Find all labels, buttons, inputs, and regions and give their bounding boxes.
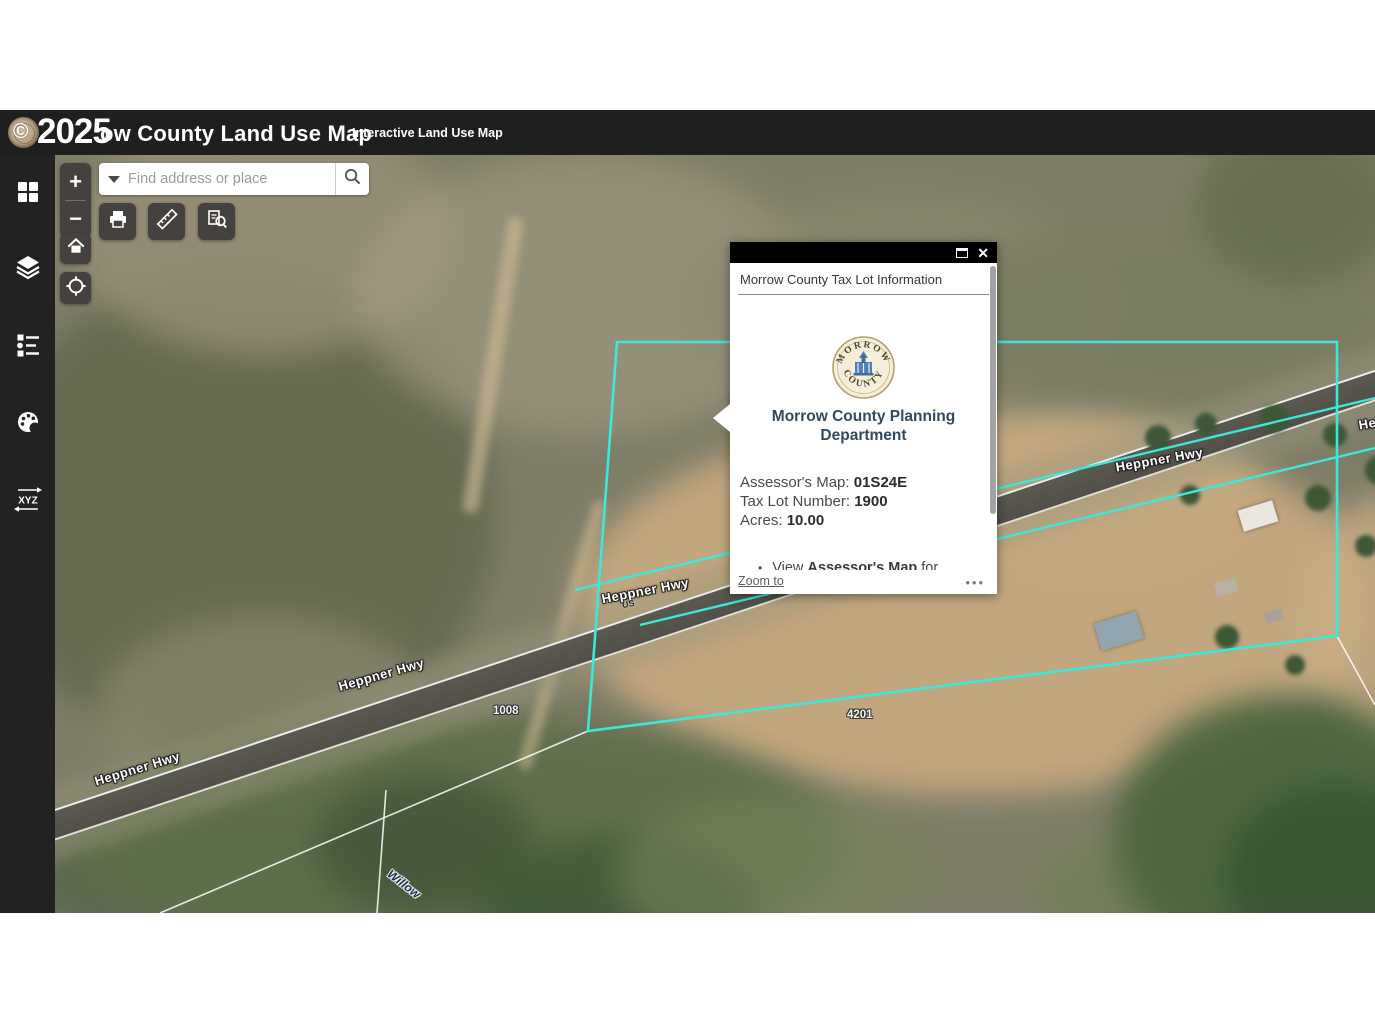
parcel-line xyxy=(377,790,386,913)
search-source-dropdown[interactable] xyxy=(99,163,128,195)
popup-body: Morrow County Tax Lot Information MORROW… xyxy=(730,263,997,594)
field-assessors-map: Assessor's Map: 01S24E xyxy=(740,473,997,492)
parcel-line xyxy=(160,731,588,913)
legend-list-icon xyxy=(15,332,41,358)
home-extent-button[interactable] xyxy=(60,233,91,264)
app-header: © 2025 ow County Land Use Map Interactiv… xyxy=(0,110,1375,155)
popup-footer: Zoom to ••• xyxy=(730,570,997,594)
popup-pointer xyxy=(713,404,730,432)
popup-scrollbar[interactable] xyxy=(990,266,996,514)
watermark-copyright-symbol: © xyxy=(13,121,28,142)
search-input[interactable] xyxy=(128,163,335,195)
left-sidebar: XYZ xyxy=(0,155,55,913)
document-search-icon xyxy=(206,208,228,235)
tab-interactive-land-use-map: Interactive Land Use Map xyxy=(352,126,503,140)
attribute-search-button[interactable] xyxy=(198,203,235,240)
field-tax-lot-number: Tax Lot Number: 1900 xyxy=(740,492,997,511)
search-submit-button[interactable] xyxy=(335,163,369,195)
locate-crosshair-icon xyxy=(65,275,87,302)
zoom-widget: + − xyxy=(60,163,91,237)
layers-icon xyxy=(15,254,41,280)
apps-grid-icon xyxy=(15,179,41,205)
close-icon[interactable]: ✕ xyxy=(977,246,989,260)
search-icon xyxy=(343,167,362,191)
xyz-coordinates-icon: XYZ xyxy=(13,486,43,513)
zoom-out-button[interactable]: − xyxy=(60,200,91,237)
zoom-to-link[interactable]: Zoom to xyxy=(738,574,784,588)
basemap-gallery-button[interactable] xyxy=(0,170,55,214)
app-title: ow County Land Use Map xyxy=(100,121,372,147)
measure-button[interactable] xyxy=(148,203,185,240)
popup-title: Morrow County Tax Lot Information xyxy=(740,272,987,287)
popup-divider xyxy=(738,294,989,295)
draw-button[interactable] xyxy=(0,400,55,444)
parcel-boundaries-layer xyxy=(55,155,1375,913)
popup-fields: Assessor's Map: 01S24E Tax Lot Number: 1… xyxy=(740,473,997,530)
map-canvas[interactable]: Heppner Hwy Heppner Hwy Heppner Hwy Hepp… xyxy=(55,155,1375,913)
parcel-number-label: 4201 xyxy=(847,709,873,721)
more-options-ellipsis[interactable]: ••• xyxy=(965,575,985,590)
tax-lot-popup: ✕ Morrow County Tax Lot Information MORR… xyxy=(730,242,997,594)
layers-button[interactable] xyxy=(0,245,55,289)
my-location-button[interactable] xyxy=(60,272,91,304)
legend-button[interactable] xyxy=(0,323,55,367)
home-icon xyxy=(66,236,86,261)
field-acres: Acres: 10.00 xyxy=(740,511,997,530)
print-icon xyxy=(107,208,129,235)
svg-text:XYZ: XYZ xyxy=(18,495,37,506)
parcel-line xyxy=(1337,636,1375,705)
zoom-in-button[interactable]: + xyxy=(60,163,91,200)
coordinates-button[interactable]: XYZ xyxy=(0,477,55,521)
morrow-county-seal: MORROW COUNTY xyxy=(832,336,895,399)
parcel-number-label: 1008 xyxy=(493,705,519,717)
popup-org-name: Morrow County Planning Department xyxy=(754,408,974,446)
ruler-icon xyxy=(155,207,179,236)
palette-icon xyxy=(15,409,41,435)
print-button[interactable] xyxy=(99,203,136,240)
maximize-icon[interactable] xyxy=(956,248,968,258)
popup-titlebar[interactable]: ✕ xyxy=(730,242,997,263)
search-widget xyxy=(99,163,369,195)
chevron-down-icon xyxy=(108,176,120,183)
page: © 2025 ow County Land Use Map Interactiv… xyxy=(0,0,1375,1031)
